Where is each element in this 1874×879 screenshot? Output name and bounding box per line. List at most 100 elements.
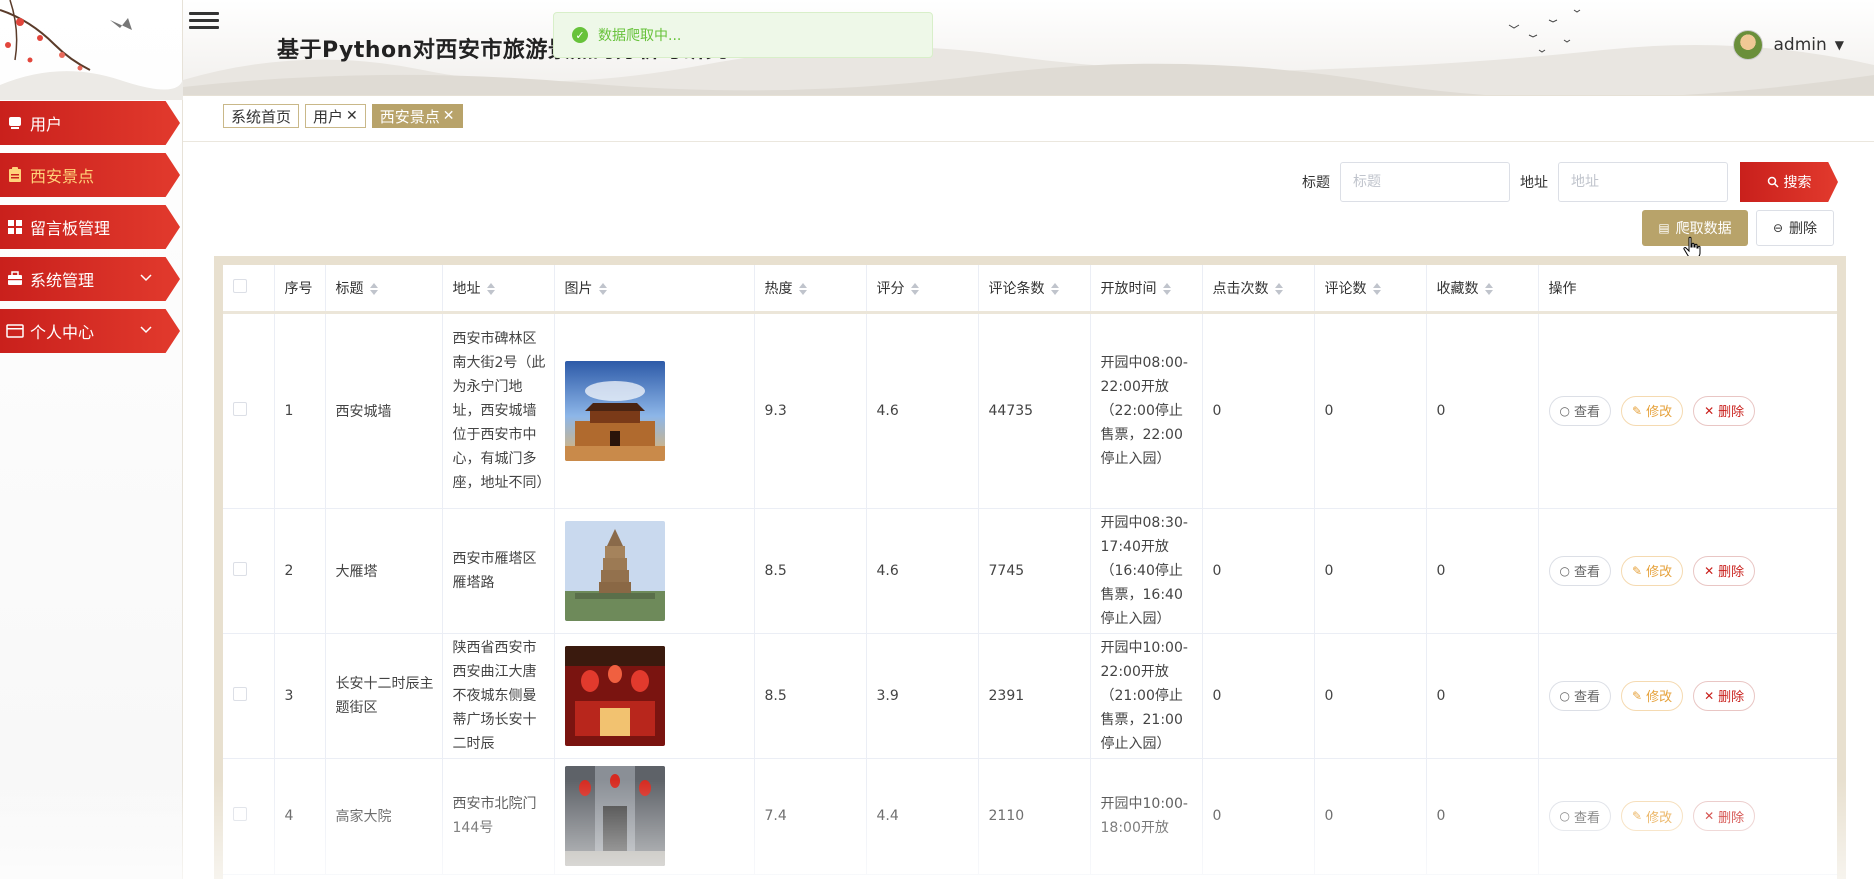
sort-icon[interactable] <box>1274 282 1283 295</box>
edit-icon: ✎ <box>1632 403 1643 418</box>
close-icon[interactable]: ✕ <box>346 108 358 124</box>
tab-label: 用户 <box>313 107 344 126</box>
user-menu[interactable]: admin ▼ <box>1733 30 1844 60</box>
cell-title: 长安十二时辰主题街区 <box>325 633 443 759</box>
view-button[interactable]: ○ 查看 <box>1548 801 1611 831</box>
action-bar: ▤ 爬取数据 ⊖ 删除 <box>1642 210 1834 246</box>
delete-button[interactable]: ✕ 删除 <box>1693 395 1756 426</box>
column-header-favorites[interactable]: 收藏数 <box>1426 265 1539 314</box>
cell-rating: 4.6 <box>866 312 979 509</box>
tab-users[interactable]: 用户 ✕ <box>305 104 366 128</box>
tab-home[interactable]: 系统首页 <box>223 104 300 128</box>
sidebar-item-message-board[interactable]: 留言板管理 <box>0 205 180 249</box>
row-checkbox[interactable] <box>233 807 247 821</box>
edit-button[interactable]: ✎ 修改 <box>1621 395 1684 426</box>
cell-comment-count: 0 <box>1314 633 1427 759</box>
view-button[interactable]: ○ 查看 <box>1548 395 1611 426</box>
delete-label: 删除 <box>1718 565 1745 580</box>
delete-button[interactable]: ✕ 删除 <box>1693 801 1756 831</box>
chevron-down-icon <box>140 326 152 334</box>
address-search-input[interactable] <box>1558 162 1728 202</box>
tab-label: 系统首页 <box>231 107 292 126</box>
sort-icon[interactable] <box>486 282 495 295</box>
card-icon <box>6 322 24 340</box>
sidebar-item-label: 西安景点 <box>30 167 95 186</box>
tab-scenic-spots[interactable]: 西安景点 ✕ <box>371 104 463 128</box>
delete-button[interactable]: ✕ 删除 <box>1693 680 1756 711</box>
search-button[interactable]: 搜索 <box>1740 162 1838 202</box>
edit-button[interactable]: ✎ 修改 <box>1621 801 1684 831</box>
view-label: 查看 <box>1573 810 1600 826</box>
column-header-comments[interactable]: 评论条数 <box>978 265 1091 314</box>
cell-image <box>554 508 755 634</box>
row-select-cell[interactable] <box>223 758 275 875</box>
cell-title: 大雁塔 <box>325 508 443 634</box>
column-header-clicks[interactable]: 点击次数 <box>1202 265 1315 314</box>
view-button[interactable]: ○ 查看 <box>1548 555 1611 586</box>
bulk-delete-button[interactable]: ⊖ 删除 <box>1756 210 1834 246</box>
column-header-heat[interactable]: 热度 <box>754 265 867 314</box>
table-row: 1 西安城墙 西安市碑林区南大街2号（此为永宁门地址，西安城墙位于西安市中心，有… <box>223 312 1837 509</box>
row-checkbox[interactable] <box>233 686 247 701</box>
cell-heat: 8.5 <box>754 508 867 634</box>
cell-title: 高家大院 <box>325 758 443 875</box>
sidebar-item-users[interactable]: 用户 <box>0 101 180 145</box>
title-search-input[interactable] <box>1340 162 1510 202</box>
sort-icon[interactable] <box>910 282 919 295</box>
row-select-cell[interactable] <box>223 312 275 509</box>
cell-address: 西安市雁塔区雁塔路 <box>442 508 555 634</box>
menu-toggle-icon[interactable] <box>189 10 219 36</box>
cell-comment-count: 0 <box>1314 312 1427 509</box>
edit-button[interactable]: ✎ 修改 <box>1621 680 1684 711</box>
column-label: 标题 <box>335 280 364 297</box>
sort-icon[interactable] <box>1162 282 1171 295</box>
grid-icon <box>6 218 24 236</box>
view-label: 查看 <box>1573 405 1600 420</box>
toast-message: 数据爬取中... <box>598 28 682 44</box>
select-all-cell[interactable] <box>223 265 275 314</box>
column-label: 评论条数 <box>988 280 1045 297</box>
sort-icon[interactable] <box>1484 282 1493 295</box>
tab-label: 西安景点 <box>379 107 440 126</box>
sidebar-item-personal-center[interactable]: 个人中心 <box>0 309 180 353</box>
sort-icon[interactable] <box>369 282 378 295</box>
cell-heat: 7.4 <box>754 758 867 875</box>
sort-icon[interactable] <box>798 282 807 295</box>
cell-rating: 4.6 <box>866 508 979 634</box>
plum-blossom-decoration <box>0 0 183 100</box>
cell-index: 4 <box>274 758 326 875</box>
sort-icon[interactable] <box>1372 282 1381 295</box>
column-header-rating[interactable]: 评分 <box>866 265 979 314</box>
close-icon[interactable]: ✕ <box>443 108 455 124</box>
sort-icon[interactable] <box>598 282 607 295</box>
cell-index: 3 <box>274 633 326 759</box>
sidebar-item-scenic-spots[interactable]: 西安景点 <box>0 153 180 197</box>
column-label: 热度 <box>764 280 793 297</box>
row-select-cell[interactable] <box>223 633 275 759</box>
column-header-open-time[interactable]: 开放时间 <box>1090 265 1203 314</box>
view-button[interactable]: ○ 查看 <box>1548 680 1611 711</box>
sort-icon[interactable] <box>1050 282 1059 295</box>
edit-button[interactable]: ✎ 修改 <box>1621 555 1684 586</box>
sidebar-item-label: 留言板管理 <box>30 219 111 238</box>
edit-icon: ✎ <box>1632 563 1643 578</box>
cell-clicks: 0 <box>1202 633 1315 759</box>
database-icon: ▤ <box>1658 221 1670 235</box>
column-header-address[interactable]: 地址 <box>442 265 555 314</box>
column-header-title[interactable]: 标题 <box>325 265 443 314</box>
cell-comment-count: 0 <box>1314 758 1427 875</box>
delete-label: 删除 <box>1718 690 1745 705</box>
row-checkbox[interactable] <box>233 401 247 416</box>
column-header-image[interactable]: 图片 <box>554 265 755 314</box>
edit-icon: ✎ <box>1632 809 1643 823</box>
delete-button[interactable]: ✕ 删除 <box>1693 555 1756 586</box>
column-header-comment-count[interactable]: 评论数 <box>1314 265 1427 314</box>
clipboard-icon <box>6 166 24 184</box>
cell-clicks: 0 <box>1202 508 1315 634</box>
column-label: 点击次数 <box>1212 280 1269 297</box>
user-icon <box>6 114 24 132</box>
select-all-checkbox[interactable] <box>233 278 247 293</box>
sidebar-item-system-management[interactable]: 系统管理 <box>0 257 180 301</box>
row-select-cell[interactable] <box>223 508 275 634</box>
row-checkbox[interactable] <box>233 561 247 576</box>
